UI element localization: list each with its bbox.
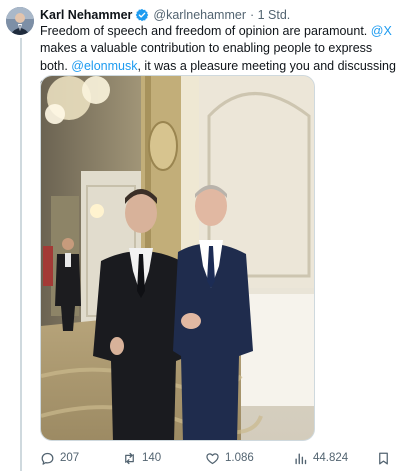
- reply-icon: [41, 452, 54, 465]
- bookmark-button[interactable]: [376, 448, 396, 468]
- reply-count: 207: [60, 452, 80, 464]
- avatar-image: [6, 7, 34, 35]
- repost-icon: [125, 452, 134, 464]
- repost-button[interactable]: 140: [122, 448, 161, 468]
- views-button[interactable]: 44.824: [293, 448, 348, 468]
- verified-badge-icon[interactable]: [135, 8, 149, 22]
- repost-count: 140: [142, 452, 162, 464]
- tweet[interactable]: Karl Nehammer @karlnehammer · 1 Std. Fre…: [0, 0, 400, 471]
- thread-line: [20, 38, 22, 471]
- views-chart-icon: [295, 452, 307, 464]
- tweet-header: Karl Nehammer @karlnehammer · 1 Std.: [40, 6, 290, 24]
- mention-elonmusk-link[interactable]: @elonmusk: [71, 59, 137, 73]
- author-name[interactable]: Karl Nehammer: [40, 8, 132, 22]
- heart-icon: [206, 452, 219, 464]
- author-handle[interactable]: @karlnehammer: [153, 8, 246, 22]
- photo-image: [41, 76, 314, 440]
- reply-button[interactable]: 207: [40, 448, 79, 468]
- like-count: 1.086: [225, 452, 254, 464]
- bookmark-icon: [379, 452, 388, 464]
- mention-x-link[interactable]: @X: [371, 24, 392, 38]
- like-button[interactable]: 1.086: [205, 448, 254, 468]
- tweet-text-part1: Freedom of speech and freedom of opinion…: [40, 24, 371, 38]
- avatar[interactable]: [6, 7, 34, 35]
- tweet-timestamp[interactable]: · 1 Std.: [250, 8, 290, 22]
- tweet-photo[interactable]: [40, 75, 315, 441]
- views-count: 44.824: [313, 452, 349, 464]
- tweet-actions: 207 140 1.086 44.824: [40, 448, 396, 468]
